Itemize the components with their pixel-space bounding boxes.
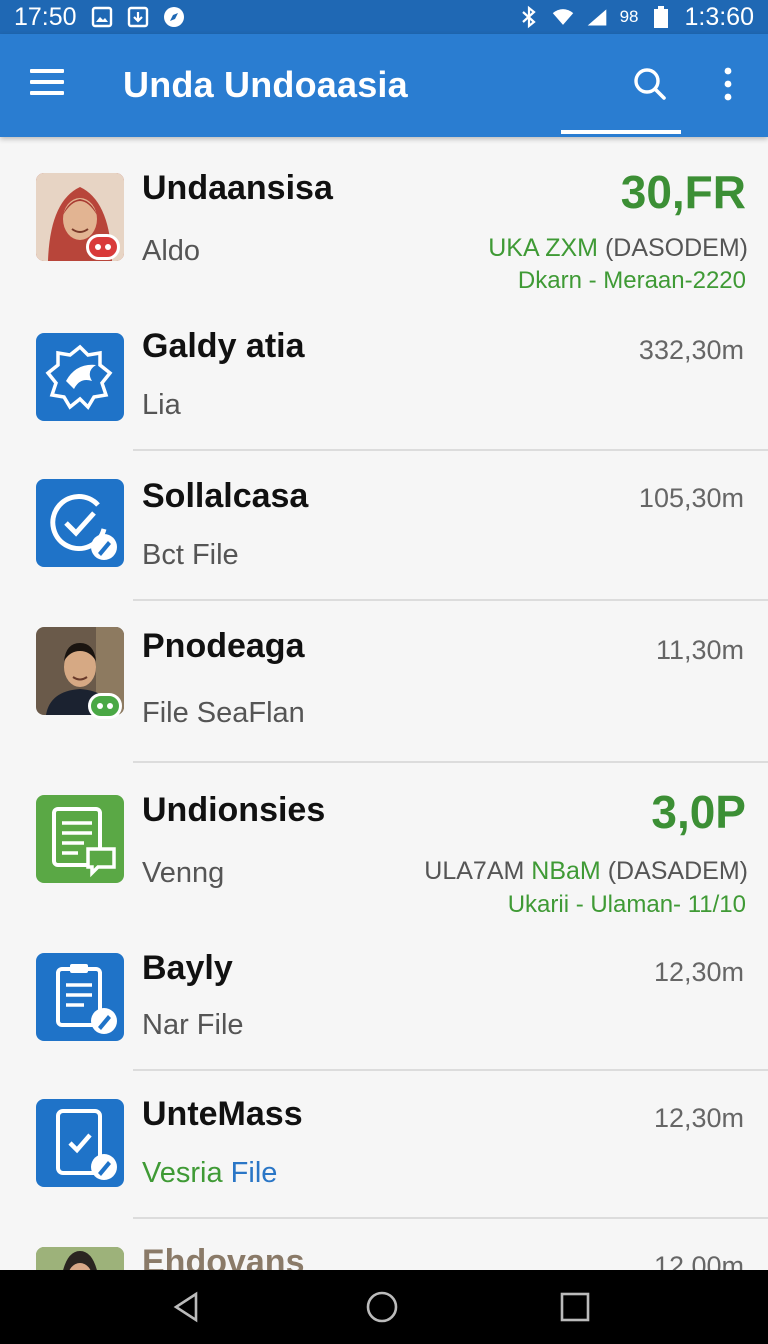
item-subtitle: Lia <box>142 389 181 421</box>
back-triangle-icon[interactable] <box>170 1290 204 1324</box>
item-detail-date: Ukarii - Ulaman- 11/10 <box>507 891 746 918</box>
signal-icon <box>586 6 608 28</box>
tablet-check-icon <box>36 1099 124 1187</box>
item-time: 12,00m <box>653 1251 744 1270</box>
app-bar: Unda Undoaasia <box>0 34 768 137</box>
conversation-list[interactable]: Undaansisa Aldo 30,FR UKA ZXM (DASODEM) … <box>0 137 768 1270</box>
battery-percent: 98 <box>619 7 639 26</box>
document-chat-icon <box>36 795 124 883</box>
item-subtitle: Venng <box>142 857 225 889</box>
status-clock: 1:3:60 <box>684 2 754 31</box>
list-item[interactable]: Galdy atia Lia 332,30m <box>0 297 768 451</box>
hamburger-menu-icon[interactable] <box>30 67 66 97</box>
item-time: 12,30m <box>653 957 744 987</box>
chat-badge-icon <box>86 234 120 260</box>
battery-icon <box>650 6 672 28</box>
tab-indicator <box>561 130 681 134</box>
item-time: 12,30m <box>653 1103 744 1133</box>
badge-app-icon <box>36 333 124 421</box>
list-item[interactable]: Undionsies Venng 3,0P ULA7AM NBaM (DASAD… <box>0 763 768 925</box>
item-amount: 30,FR <box>620 166 746 218</box>
bluetooth-icon <box>518 5 540 29</box>
list-item[interactable]: Undaansisa Aldo 30,FR UKA ZXM (DASODEM) … <box>0 137 768 297</box>
avatar-person-photo <box>36 1247 124 1270</box>
item-time: 105,30m <box>638 483 744 513</box>
item-detail-date: Dkarn - Meraan-2220 <box>517 267 746 294</box>
item-title: Ehdovans <box>142 1243 305 1270</box>
photo-icon <box>91 6 113 28</box>
app-title: Unda Undoaasia <box>123 64 408 105</box>
item-detail: ULA7AM NBaM (DASADEM) <box>424 857 748 885</box>
status-time: 17:50 <box>14 2 77 31</box>
item-time: 11,30m <box>655 635 744 665</box>
recents-square-icon[interactable] <box>558 1290 592 1324</box>
list-item[interactable]: Sollalcasa Bct File 105,30m <box>0 451 768 601</box>
item-title: Bayly <box>142 949 233 987</box>
chat-badge-icon <box>88 693 122 719</box>
item-detail: UKA ZXM (DASODEM) <box>488 234 748 262</box>
item-subtitle: Vesria File <box>142 1157 278 1189</box>
item-title: Galdy atia <box>142 327 305 365</box>
list-item[interactable]: Bayly Nar File 12,30m <box>0 925 768 1071</box>
list-item[interactable]: UnteMass Vesria File 12,30m <box>0 1071 768 1219</box>
check-circle-icon <box>36 479 124 567</box>
item-title: Pnodeaga <box>142 627 305 665</box>
status-bar: 17:50 98 1:3:60 <box>0 0 768 34</box>
item-subtitle: Nar File <box>142 1009 244 1041</box>
item-title: Undionsies <box>142 791 326 829</box>
search-icon[interactable] <box>632 66 668 102</box>
system-nav-bar <box>0 1270 768 1344</box>
compass-icon <box>163 6 185 28</box>
list-item[interactable]: Pnodeaga File SeaFlan 11,30m <box>0 601 768 763</box>
home-circle-icon[interactable] <box>365 1290 399 1324</box>
download-icon <box>127 6 149 28</box>
item-subtitle: Bct File <box>142 539 239 571</box>
item-title: Sollalcasa <box>142 477 309 515</box>
item-title: UnteMass <box>142 1095 303 1133</box>
list-item[interactable]: Ehdovans 12,00m <box>0 1219 768 1270</box>
wifi-icon <box>552 6 574 28</box>
item-title: Undaansisa <box>142 169 333 207</box>
more-vert-icon[interactable] <box>716 66 740 102</box>
clipboard-icon <box>36 953 124 1041</box>
item-subtitle: File SeaFlan <box>142 697 305 729</box>
item-time: 332,30m <box>638 335 744 365</box>
item-amount: 3,0P <box>651 786 746 838</box>
item-subtitle: Aldo <box>142 235 201 267</box>
